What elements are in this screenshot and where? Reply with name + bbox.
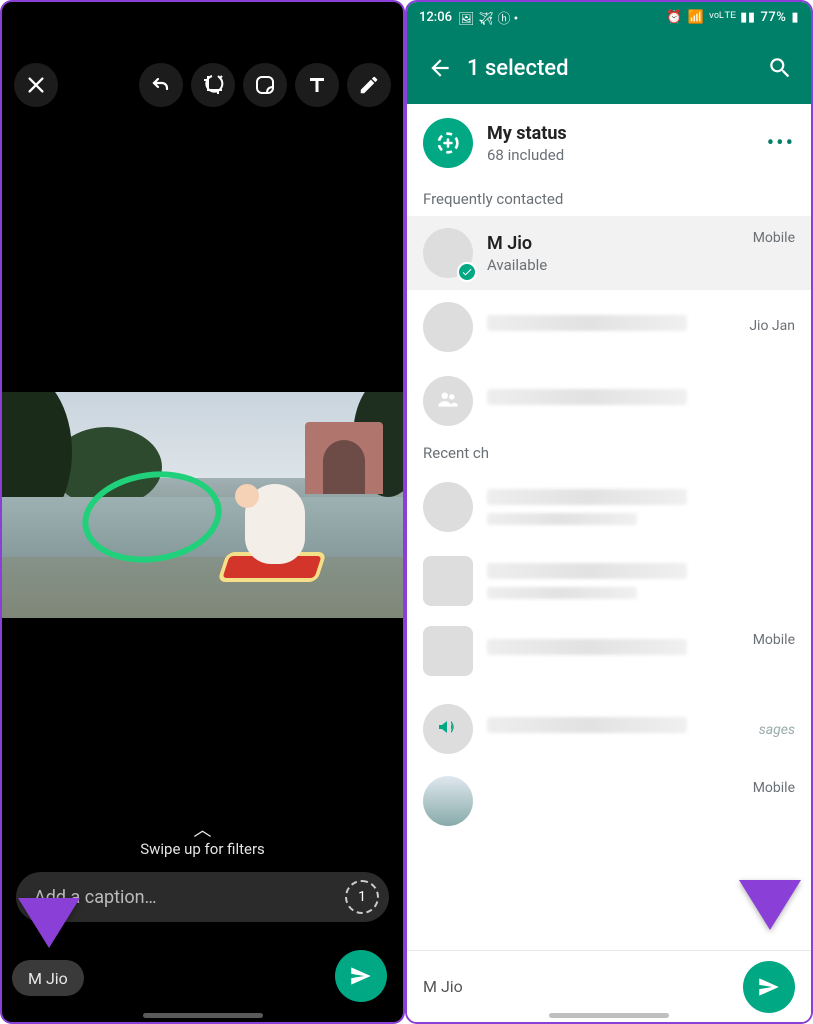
contact-list[interactable]: My status 68 included ••• Frequently con… [407, 104, 811, 1022]
pencil-icon [358, 74, 380, 96]
undo-button[interactable] [139, 63, 183, 107]
alarm-icon: ⏰ [666, 10, 683, 25]
status-bar: 12:06 🖼 ✈ ⓗ • ⏰ 📶 ᵛᵒᴸᵀᴱ ▮▮ 77% ▮ [407, 2, 811, 32]
contact-type: Mobile [753, 780, 795, 796]
announcement-icon [436, 715, 460, 743]
contact-row[interactable] [407, 470, 811, 544]
contact-suffix: Jio Jan [749, 318, 795, 334]
close-icon [25, 74, 47, 96]
send-button[interactable] [335, 950, 387, 1002]
wifi-icon: 📶 [688, 10, 705, 25]
arrow-back-icon [427, 55, 453, 81]
preview-image[interactable] [2, 392, 403, 618]
praying-sticker[interactable] [217, 472, 327, 582]
my-status-options-button[interactable]: ••• [767, 131, 795, 156]
tutorial-arrow [4, 738, 94, 982]
my-status-title: My status [487, 123, 567, 144]
avatar [423, 482, 473, 532]
text-tool-button[interactable] [295, 63, 339, 107]
contact-type: Mobile [753, 230, 795, 246]
sticker-button[interactable] [243, 63, 287, 107]
crop-rotate-icon [201, 73, 225, 97]
back-button[interactable] [419, 47, 461, 89]
section-frequently-contacted: Frequently contacted [407, 184, 811, 216]
section-recent-chats: Recent ch [407, 438, 811, 470]
recipient-chip[interactable]: M Jio [12, 960, 84, 996]
contact-status: Available [487, 256, 547, 274]
bottom-bar: M Jio [407, 950, 811, 1022]
contact-row[interactable]: Mobile [407, 766, 811, 836]
home-handle[interactable] [549, 1013, 669, 1018]
send-button[interactable] [743, 961, 795, 1013]
contact-row-mjio[interactable]: M Jio Available Mobile [407, 216, 811, 290]
contact-row[interactable]: sages [407, 692, 811, 766]
editor-toolbar [2, 57, 403, 112]
selected-check-icon [457, 262, 477, 282]
send-icon [756, 974, 782, 1000]
blurred-name [487, 717, 687, 733]
search-icon [767, 55, 793, 81]
blurred-name [487, 489, 687, 505]
caption-placeholder: Add a caption… [34, 887, 345, 908]
send-icon [348, 963, 374, 989]
avatar [423, 704, 473, 754]
avatar [423, 776, 473, 826]
contact-row[interactable] [407, 544, 811, 618]
contact-type: Mobile [753, 632, 795, 648]
my-status-avatar [423, 118, 473, 168]
contact-picker-screen: 12:06 🖼 ✈ ⓗ • ⏰ 📶 ᵛᵒᴸᵀᴱ ▮▮ 77% ▮ 1 selec… [405, 0, 813, 1024]
group-icon [435, 386, 461, 416]
crop-rotate-button[interactable] [191, 63, 235, 107]
recipient-label: M Jio [28, 969, 68, 988]
contact-row[interactable] [407, 364, 811, 438]
battery-icon: ▮ [791, 10, 799, 25]
chevron-up-icon: ︿ [2, 826, 403, 836]
appbar-title: 1 selected [467, 56, 568, 81]
blurred-name [487, 315, 687, 331]
status-ring-plus-icon [434, 129, 462, 157]
more-horizontal-icon: ••• [767, 131, 795, 156]
selected-chip[interactable]: M Jio [423, 977, 463, 996]
avatar [423, 376, 473, 426]
contact-suffix: sages [759, 722, 795, 738]
text-icon [305, 73, 329, 97]
close-button[interactable] [14, 63, 58, 107]
draw-tool-button[interactable] [347, 63, 391, 107]
home-handle[interactable] [143, 1013, 263, 1018]
contact-row[interactable]: Mobile [407, 618, 811, 692]
undo-icon [149, 73, 173, 97]
sticker-icon [253, 73, 277, 97]
caption-input[interactable]: Add a caption… 1 [16, 872, 389, 922]
avatar [423, 302, 473, 352]
filters-hint[interactable]: ︿ Swipe up for filters [2, 826, 403, 858]
avatar [423, 556, 473, 606]
contact-name: M Jio [487, 233, 547, 254]
status-icons-left: 🖼 ✈ ⓗ • [458, 8, 518, 27]
avatar [423, 626, 473, 676]
signal-icon: ᵛᵒᴸᵀᴱ ▮▮ [709, 9, 755, 25]
blurred-name [487, 563, 687, 579]
editor-screen: ︿ Swipe up for filters Add a caption… 1 … [0, 0, 405, 1024]
contact-row[interactable]: Jio Jan [407, 290, 811, 364]
my-status-row[interactable]: My status 68 included ••• [407, 104, 811, 184]
avatar [423, 228, 473, 278]
blurred-name [487, 389, 687, 405]
blurred-status [487, 587, 637, 599]
status-icons-right: ⏰ 📶 ᵛᵒᴸᵀᴱ ▮▮ 77% ▮ [666, 9, 799, 25]
status-time: 12:06 [419, 10, 452, 25]
view-once-toggle[interactable]: 1 [345, 880, 379, 914]
battery-label: 77% [760, 10, 786, 25]
filters-hint-label: Swipe up for filters [140, 840, 265, 858]
blurred-status [487, 513, 637, 525]
search-button[interactable] [759, 47, 801, 89]
my-status-subtitle: 68 included [487, 146, 567, 164]
app-bar: 1 selected [407, 32, 811, 104]
blurred-name [487, 639, 687, 655]
view-once-label: 1 [358, 889, 366, 905]
